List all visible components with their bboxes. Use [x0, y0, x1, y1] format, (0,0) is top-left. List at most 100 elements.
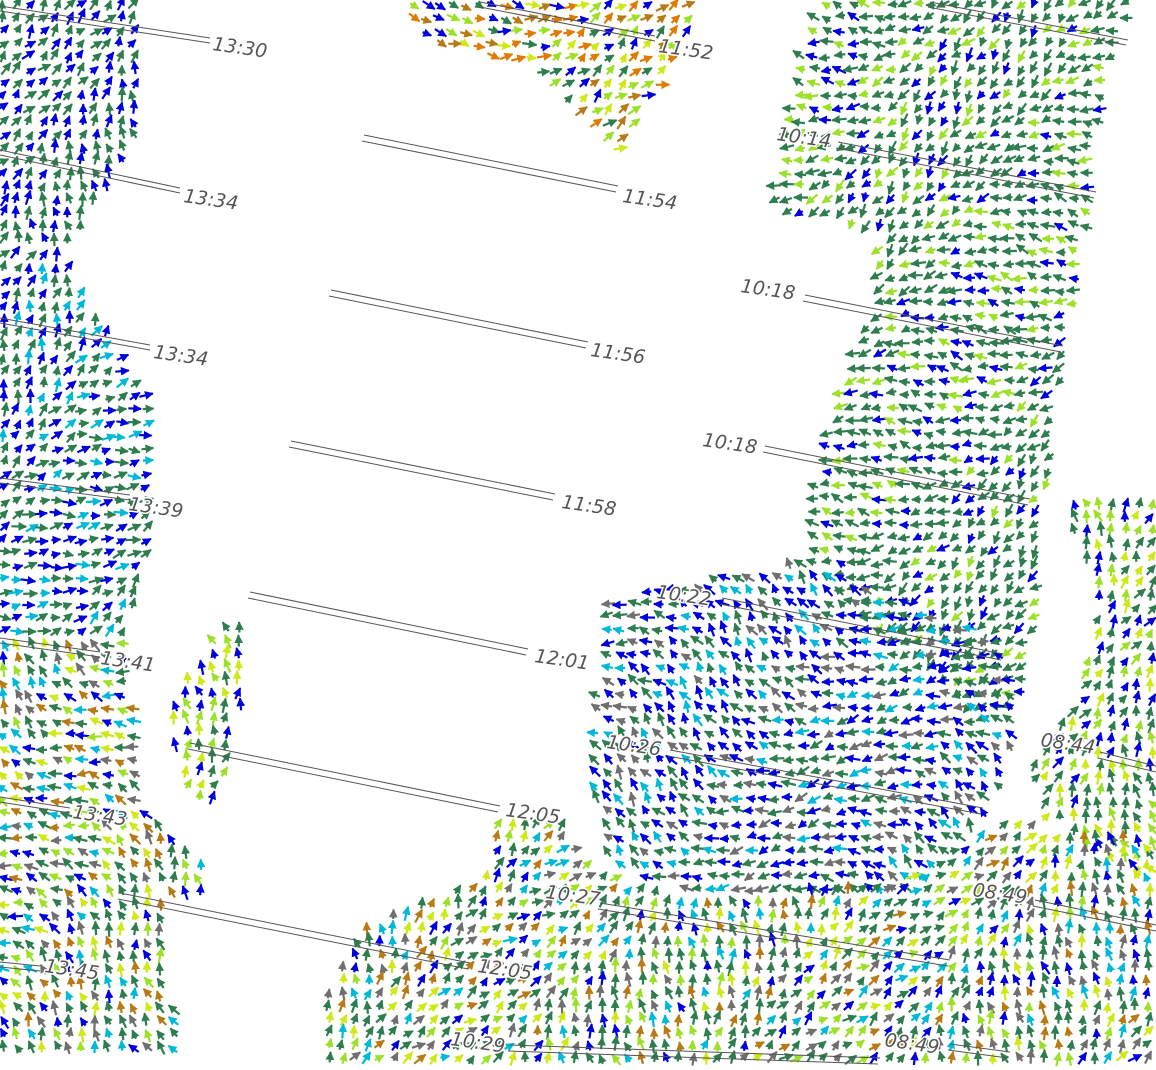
- wind-vector-arrow: [38, 191, 48, 207]
- wind-vector-arrow: [50, 550, 62, 560]
- wind-vector-arrow: [925, 441, 938, 450]
- wind-vector-arrow: [1089, 842, 1099, 854]
- wind-vector-arrow: [975, 180, 986, 192]
- wind-vector-arrow: [922, 986, 932, 998]
- wind-vector-arrow: [1000, 130, 1012, 139]
- wind-vector-arrow: [65, 63, 76, 73]
- wind-vector-arrow: [888, 855, 898, 869]
- wind-vector-arrow: [934, 984, 943, 999]
- wind-vector-arrow: [936, 25, 950, 35]
- wind-vector-arrow: [939, 751, 952, 764]
- wind-vector-arrow: [101, 534, 115, 544]
- wind-vector-arrow: [119, 976, 129, 987]
- wind-vector-arrow: [25, 612, 39, 621]
- wind-vector-arrow: [912, 648, 922, 660]
- wind-vector-arrow: [1002, 543, 1013, 553]
- wind-vector-arrow: [882, 924, 897, 933]
- wind-vector-arrow: [89, 610, 99, 625]
- wind-vector-arrow: [104, 963, 114, 974]
- wind-vector-arrow: [1025, 908, 1035, 922]
- wind-vector-arrow: [529, 887, 542, 896]
- wind-vector-arrow: [975, 1039, 984, 1052]
- wind-vector-arrow: [428, 986, 440, 998]
- wind-vector-arrow: [584, 975, 594, 986]
- wind-vector-arrow: [871, 89, 885, 98]
- wind-vector-arrow: [716, 946, 726, 960]
- wind-vector-arrow: [795, 756, 809, 766]
- wind-vector-arrow: [9, 849, 21, 858]
- wind-vector-arrow: [118, 1014, 128, 1029]
- wind-vector-arrow: [75, 521, 91, 531]
- wind-vector-arrow: [1038, 844, 1047, 854]
- wind-vector-arrow: [104, 60, 114, 73]
- wind-vector-arrow: [1011, 324, 1028, 334]
- wind-vector-arrow: [1002, 416, 1017, 425]
- wind-vector-arrow: [1054, 91, 1067, 100]
- wind-vector-arrow: [1120, 615, 1132, 625]
- wind-vector-arrow: [400, 961, 409, 974]
- wind-vector-arrow: [900, 113, 909, 128]
- wind-vector-arrow: [873, 283, 885, 295]
- wind-vector-arrow: [577, 15, 590, 25]
- wind-vector-arrow: [0, 203, 8, 216]
- track-1330: [0, 5, 211, 44]
- wind-vector-arrow: [52, 989, 62, 999]
- wind-vector-arrow: [1080, 695, 1091, 705]
- wind-vector-arrow: [12, 221, 22, 232]
- wind-vector-arrow: [1128, 858, 1139, 871]
- wind-vector-arrow: [947, 233, 962, 243]
- wind-vector-arrow: [323, 988, 333, 999]
- wind-vector-arrow: [0, 389, 9, 402]
- wind-vector-arrow: [52, 246, 62, 262]
- wind-vector-arrow: [990, 623, 1003, 635]
- wind-vector-arrow: [1051, 168, 1066, 178]
- wind-vector-arrow: [655, 664, 666, 673]
- wind-vector-arrow: [630, 25, 639, 36]
- wind-vector-map[interactable]: 13:30 13:34 13:34 13:39 13:41 13:43 13:4…: [0, 0, 1156, 1070]
- wind-vector-arrow: [625, 807, 637, 817]
- wind-vector-arrow: [578, 77, 591, 88]
- wind-vector-arrow: [63, 888, 74, 898]
- wind-vector-arrow: [1093, 745, 1103, 760]
- wind-vector-arrow: [1121, 521, 1131, 534]
- wind-vector-arrow: [794, 208, 804, 217]
- wind-vector-arrow: [0, 364, 10, 375]
- wind-vector-arrow: [1117, 1039, 1126, 1054]
- wind-vector-arrow: [88, 770, 100, 780]
- wind-vector-arrow: [578, 93, 589, 103]
- wind-vector-arrow: [922, 415, 934, 425]
- wind-vector-arrow: [940, 116, 949, 127]
- wind-vector-arrow: [634, 895, 645, 907]
- wind-vector-arrow: [845, 572, 857, 582]
- wind-vector-arrow: [12, 167, 24, 181]
- wind-vector-arrow: [1116, 986, 1126, 1002]
- wind-vector-arrow: [925, 781, 937, 791]
- wind-vector-arrow: [1094, 93, 1105, 103]
- wind-vector-arrow: [127, 523, 142, 532]
- wind-vector-arrow: [13, 389, 23, 404]
- wind-vector-arrow: [76, 151, 85, 165]
- wind-vector-arrow: [1050, 906, 1060, 923]
- wind-vector-arrow: [627, 673, 639, 686]
- wind-vector-arrow: [0, 428, 8, 443]
- wind-vector-arrow: [118, 846, 127, 859]
- wind-vector-arrow: [1144, 1011, 1154, 1027]
- wind-vector-arrow: [1102, 856, 1112, 873]
- wind-vector-arrow: [1055, 796, 1064, 808]
- wind-vector-arrow: [991, 505, 1000, 519]
- wind-vector-arrow: [938, 688, 951, 698]
- wind-vector-arrow: [882, 960, 893, 973]
- wind-vector-arrow: [25, 250, 38, 261]
- wind-vector-arrow: [1078, 1024, 1087, 1036]
- wind-vector-arrow: [708, 574, 719, 584]
- wind-vector-arrow: [975, 298, 992, 308]
- wind-vector-arrow: [104, 75, 113, 86]
- wind-vector-arrow: [426, 897, 436, 908]
- wind-vector-arrow: [545, 924, 555, 936]
- wind-vector-arrow: [831, 1002, 841, 1012]
- wind-vector-arrow: [884, 428, 896, 438]
- wind-vector-arrow: [51, 535, 62, 545]
- wind-vector-arrow: [805, 1028, 818, 1037]
- wind-vector-arrow: [832, 27, 845, 37]
- wind-vector-arrow: [871, 63, 884, 72]
